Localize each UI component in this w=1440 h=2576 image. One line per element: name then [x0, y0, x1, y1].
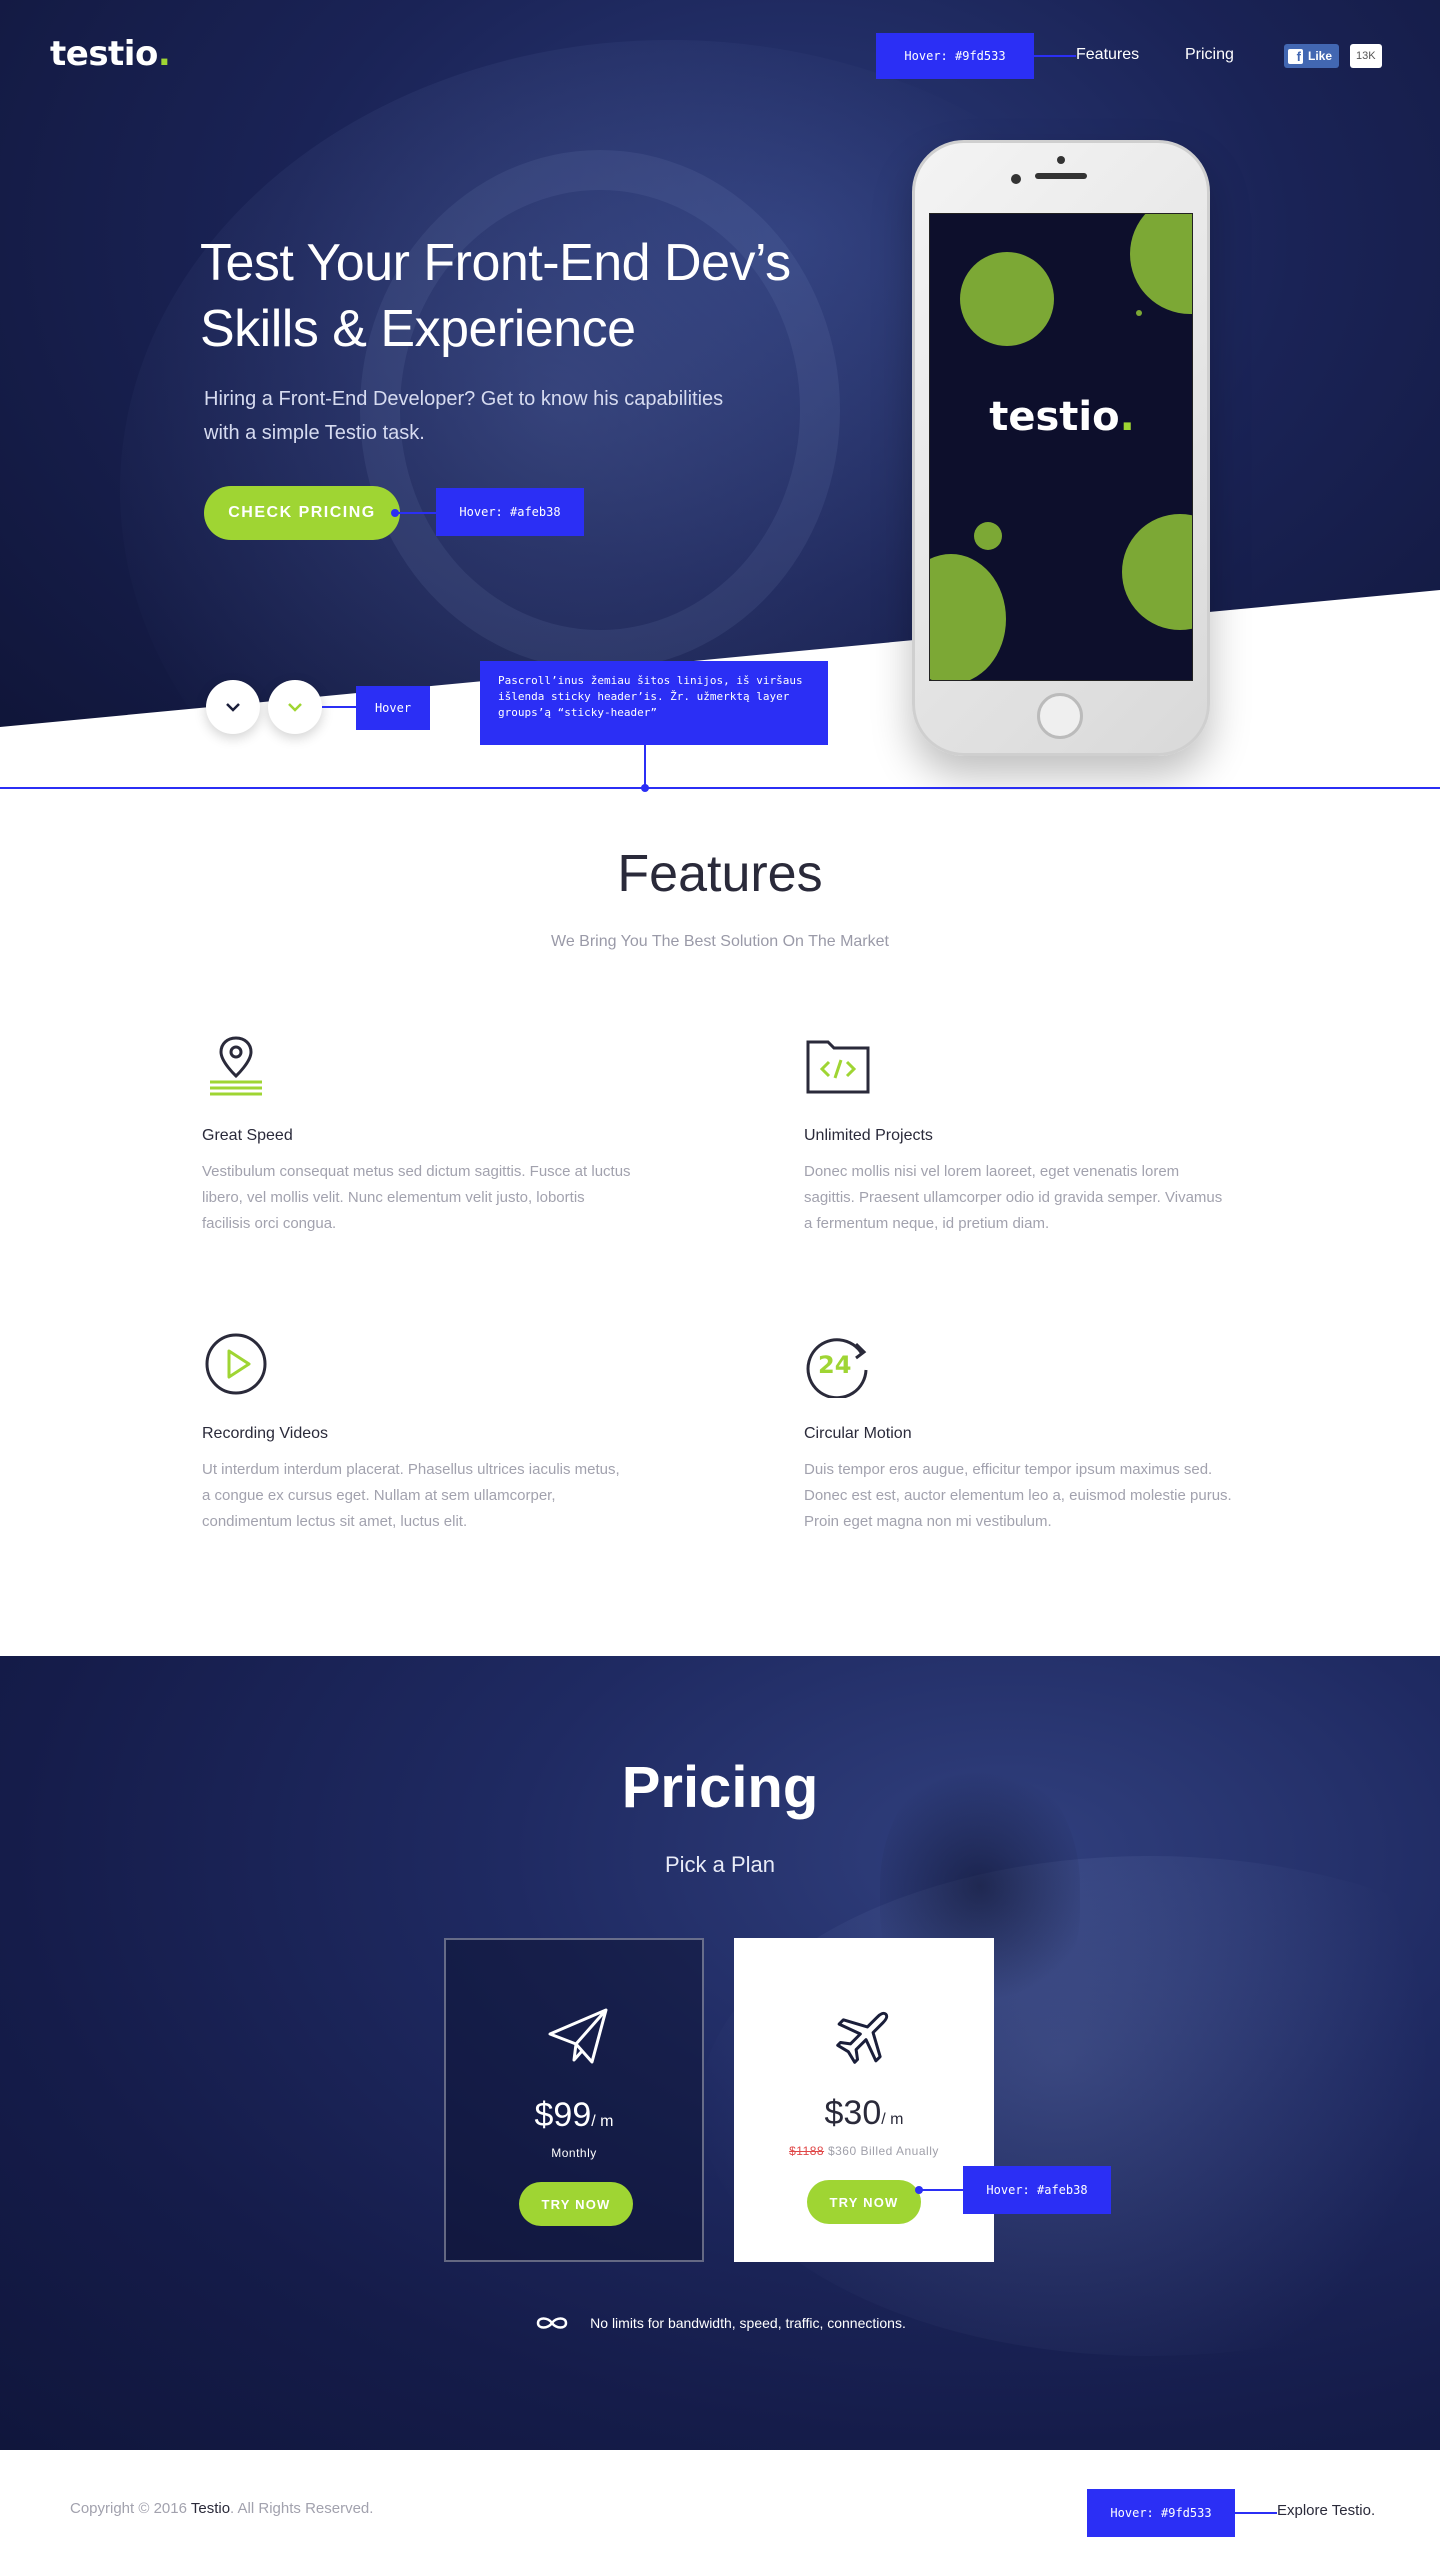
annotation-connector: [1034, 55, 1076, 57]
feature-name: Recording Videos: [202, 1425, 329, 1442]
play-circle-icon: [205, 1333, 267, 1395]
cta-hover-annotation: Hover: #afeb38: [436, 488, 584, 536]
like-label: Like: [1308, 49, 1333, 63]
phone-sensor: [1011, 174, 1021, 184]
feature-item: Great Speed Vestibulum consequat metus s…: [202, 1032, 632, 1237]
facebook-icon: f: [1288, 48, 1303, 64]
annotation-connector: [644, 745, 646, 788]
screen-circle: [1136, 310, 1142, 316]
nav-link-features[interactable]: Features: [1076, 46, 1139, 64]
chevron-down-icon: [288, 703, 302, 712]
feature-name: Unlimited Projects: [804, 1127, 933, 1144]
check-pricing-button[interactable]: CHECK PRICING: [204, 486, 400, 540]
annotation-connector: [1235, 2512, 1277, 2514]
clock-24-icon: 24: [806, 1338, 868, 1400]
feature-name: Circular Motion: [804, 1425, 912, 1442]
phone-home-button: [1037, 693, 1083, 739]
hero-title: Test Your Front-End Dev’s Skills & Experi…: [200, 234, 791, 358]
pricing-section: Pricing Pick a Plan $99/ m Monthly TRY N…: [0, 1656, 1440, 2450]
airplane-icon: [836, 2011, 889, 2064]
infinity-link-icon: [536, 2317, 568, 2329]
chevron-down-icon: [226, 703, 240, 712]
sticky-header-annotation: Pascroll’inus žemiau šitos linijos, iš v…: [480, 661, 828, 745]
screen-circle: [1122, 514, 1192, 630]
hero-subtitle: Hiring a Front-End Developer? Get to kno…: [204, 388, 724, 444]
feature-item: Recording Videos Ut interdum interdum pl…: [202, 1330, 632, 1535]
nav-link-pricing[interactable]: Pricing: [1185, 46, 1234, 64]
screen-circle: [960, 252, 1054, 346]
plan-price: $30/ m: [824, 2094, 904, 2132]
plan-card-monthly: $99/ m Monthly TRY NOW: [444, 1938, 704, 2262]
features-title: Features: [617, 845, 823, 903]
feature-description: Duis tempor eros augue, efficitur tempor…: [804, 1461, 1232, 1530]
footer-hover-annotation: Hover: #9fd533: [1087, 2489, 1235, 2537]
phone-camera: [1057, 156, 1065, 164]
annotation-dot: [641, 784, 649, 792]
code-folder-icon: [806, 1040, 870, 1094]
plan-billing-note: $1188 $360 Billed Anually: [789, 2144, 939, 2158]
pricing-title: Pricing: [621, 1755, 819, 1820]
feature-description: Donec mollis nisi vel lorem laoreet, ege…: [804, 1163, 1223, 1232]
screen-circle: [930, 554, 1006, 680]
try-now-hover-annotation: Hover: #afeb38: [963, 2166, 1111, 2214]
screen-circle: [974, 522, 1002, 550]
screen-circle: [1130, 214, 1192, 314]
annotation-dot: [915, 2186, 923, 2194]
facebook-like-button[interactable]: f Like: [1284, 44, 1340, 68]
phone-screen: testio.: [929, 213, 1193, 681]
try-now-button[interactable]: TRY NOW: [519, 2182, 633, 2226]
annotation-connector: [394, 512, 436, 514]
feature-item: Unlimited Projects Donec mollis nisi vel…: [804, 1032, 1234, 1237]
hero-section: testio. Hover: #9fd533 Features Pricing …: [0, 0, 1440, 790]
scroll-down-button[interactable]: [206, 680, 260, 734]
footer: Copyright © 2016 Testio. All Rights Rese…: [0, 2450, 1440, 2576]
try-now-button[interactable]: TRY NOW: [807, 2180, 921, 2224]
svg-text:24: 24: [818, 1351, 851, 1379]
scroll-hover-annotation: Hover: [356, 686, 430, 730]
feature-description: Vestibulum consequat metus sed dictum sa…: [202, 1163, 631, 1232]
scroll-down-button-hover[interactable]: [268, 680, 322, 734]
plan-price: $99/ m: [534, 2096, 614, 2134]
phone-speaker: [1035, 173, 1087, 179]
paper-plane-icon: [548, 2008, 608, 2064]
nav-hover-annotation: Hover: #9fd533: [876, 33, 1034, 79]
pricing-footnote: No limits for bandwidth, speed, traffic,…: [0, 2314, 1440, 2332]
sticky-header-threshold-line: [0, 787, 1440, 789]
features-subtitle: We Bring You The Best Solution On The Ma…: [551, 933, 889, 950]
location-pin-icon: [210, 1036, 262, 1096]
logo[interactable]: testio.: [50, 34, 171, 74]
explore-testio-link[interactable]: Explore Testio.: [1277, 2502, 1375, 2519]
old-price: $1188: [789, 2144, 825, 2158]
plan-billing-note: Monthly: [551, 2146, 597, 2160]
feature-name: Great Speed: [202, 1127, 293, 1144]
plan-card-annual: $30/ m $1188 $360 Billed Anually TRY NOW: [734, 1938, 994, 2262]
feature-item: 24 Circular Motion Duis tempor eros augu…: [804, 1330, 1234, 1535]
feature-description: Ut interdum interdum placerat. Phasellus…: [202, 1461, 620, 1530]
like-count: 13K: [1350, 44, 1382, 68]
pricing-subtitle: Pick a Plan: [664, 1852, 776, 1877]
annotation-connector: [322, 706, 356, 708]
phone-logo: testio.: [989, 394, 1135, 440]
annotation-dot: [391, 509, 399, 517]
phone-mockup: testio.: [912, 140, 1210, 756]
annotation-connector: [918, 2189, 964, 2191]
copyright: Copyright © 2016 Testio. All Rights Rese…: [70, 2500, 374, 2517]
